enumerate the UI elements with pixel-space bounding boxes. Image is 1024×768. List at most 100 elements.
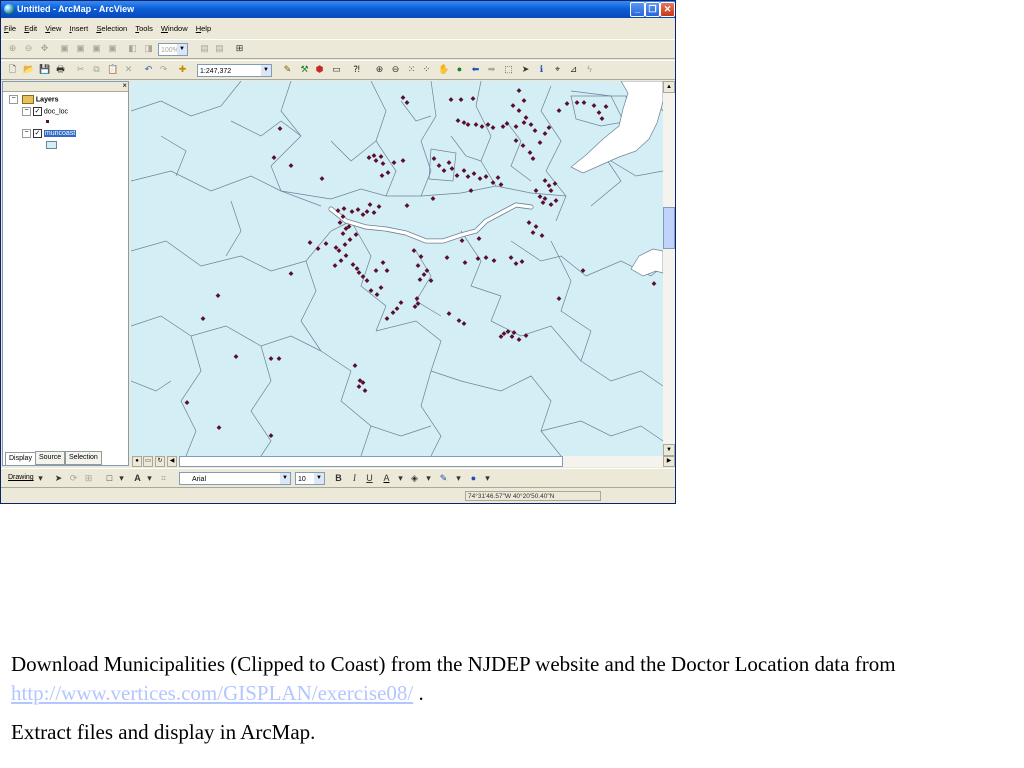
zoom-out-tool-icon[interactable]: ⊖ [390,64,401,75]
font-color-icon[interactable]: A [381,473,392,484]
fixed-zoom-in-icon[interactable]: ▣ [91,43,102,54]
select-features-icon[interactable]: ⬚ [503,64,514,75]
layout-zoom-combo[interactable]: 100% ▼ [158,43,188,56]
fixed-zoom-in-tool-icon[interactable]: ⁙ [406,64,417,75]
chevron-down-icon[interactable]: ▾ [144,473,155,484]
close-icon[interactable]: × [122,81,127,90]
change-layout-icon[interactable]: ⊞ [234,43,245,54]
scroll-up-icon[interactable]: ▲ [663,81,675,93]
chevron-down-icon[interactable]: ▾ [482,473,493,484]
menu-help[interactable]: Help [193,20,214,37]
exercise-link[interactable]: http://www.vertices.com/GISPLAN/exercise… [11,681,413,705]
refresh-icon[interactable]: ↻ [155,456,165,467]
map-horizontal-scrollbar[interactable] [179,456,663,467]
previous-extent-icon[interactable]: ◧ [127,43,138,54]
hyperlink-icon[interactable]: ϟ [584,64,595,75]
print-icon[interactable]: 🖶 [55,64,66,75]
next-extent-icon[interactable]: ◨ [143,43,154,54]
focus-data-frame-icon[interactable]: ▤ [214,43,225,54]
menu-window[interactable]: Window [158,20,191,37]
identify-icon[interactable]: ℹ [536,64,547,75]
new-document-icon[interactable]: 🗋 [7,64,18,75]
scroll-thumb[interactable] [663,207,675,249]
open-folder-icon[interactable]: 📂 [23,64,34,75]
tab-display[interactable]: Display [5,452,36,465]
map-scale-combo[interactable]: 1:247,372 ▼ [197,64,272,77]
restore-button[interactable]: ❐ [645,2,660,17]
find-binoculars-icon[interactable]: ⌖ [552,64,563,75]
menu-tools[interactable]: Tools [132,20,156,37]
layer-visibility-checkbox[interactable]: ✓ [32,107,42,116]
scroll-thumb[interactable] [179,456,563,467]
menu-file[interactable]: File [1,20,19,37]
title-bar[interactable]: Untitled - ArcMap - ArcView _ ❐ ✕ [1,1,675,18]
zoom-to-selected-icon[interactable]: ⊞ [83,473,94,484]
pan-hand-icon[interactable]: ✋ [438,64,449,75]
toc-root[interactable]: − Layers [9,95,58,105]
map-vertical-scrollbar[interactable]: ▲ ▼ [663,81,675,456]
zoom-100-icon[interactable]: ▣ [75,43,86,54]
full-extent-globe-icon[interactable]: ● [454,64,465,75]
rotate-icon[interactable]: ⟳ [68,473,79,484]
forward-extent-icon[interactable]: ➡ [486,64,497,75]
menu-insert[interactable]: Insert [66,20,91,37]
tab-selection[interactable]: Selection [65,451,102,465]
menu-edit[interactable]: Edit [21,20,40,37]
arccatalog-icon[interactable]: ⬢ [314,64,325,75]
zoom-whole-page-icon[interactable]: ▣ [59,43,70,54]
layer-visibility-checkbox[interactable]: ✓ [32,129,42,138]
tab-source[interactable]: Source [35,451,66,465]
fixed-zoom-out-icon[interactable]: ▣ [107,43,118,54]
delete-icon[interactable]: ✕ [123,64,134,75]
select-arrow-icon[interactable]: ➤ [53,473,64,484]
editor-toolbar-icon[interactable]: ✎ [282,64,293,75]
cut-icon[interactable]: ✂ [75,64,86,75]
save-disk-icon[interactable]: 💾 [39,64,50,75]
collapse-icon[interactable]: − [22,129,31,138]
menu-selection[interactable]: Selection [93,20,130,37]
toggle-draft-icon[interactable]: ▤ [199,43,210,54]
select-elements-arrow-icon[interactable]: ➤ [520,64,531,75]
copy-icon[interactable]: ⧉ [91,64,102,75]
toc-layer-muncoast[interactable]: − ✓ muncoast [22,129,77,139]
chevron-down-icon[interactable]: ▾ [35,473,46,484]
chevron-down-icon[interactable]: ▾ [453,473,464,484]
scroll-down-icon[interactable]: ▼ [663,444,675,456]
add-data-icon[interactable]: ✚ [177,64,188,75]
line-color-icon[interactable]: ✎ [438,473,449,484]
map-display[interactable] [131,81,663,456]
toc-layer-doc-loc[interactable]: − ✓ doc_loc [22,107,68,117]
minimize-button[interactable]: _ [630,2,645,17]
zoom-in-page-icon[interactable]: ⊕ [7,43,18,54]
chevron-down-icon[interactable]: ▾ [116,473,127,484]
chevron-down-icon[interactable]: ▾ [395,473,406,484]
font-size-combo[interactable]: 10 ▼ [295,472,325,485]
marker-color-icon[interactable]: ● [468,473,479,484]
drawing-menu[interactable]: Drawing [8,474,34,481]
zoom-out-page-icon[interactable]: ⊖ [23,43,34,54]
edit-vertices-icon[interactable]: ⌗ [158,473,169,484]
scroll-left-icon[interactable]: ◀ [167,456,177,467]
font-name-combo[interactable]: Arial ▼ [179,472,291,485]
back-extent-icon[interactable]: ⬅ [470,64,481,75]
collapse-icon[interactable]: − [22,107,31,116]
scroll-right-icon[interactable]: ▶ [663,456,675,467]
menu-view[interactable]: View [42,20,64,37]
paste-icon[interactable]: 📋 [107,64,118,75]
close-button[interactable]: ✕ [660,2,675,17]
command-line-icon[interactable]: ▭ [331,64,342,75]
fill-color-icon[interactable]: ◈ [409,473,420,484]
arctoolbox-icon[interactable]: ⚒ [299,64,310,75]
fixed-zoom-out-tool-icon[interactable]: ⁘ [421,64,432,75]
text-tool-icon[interactable]: A [132,473,143,484]
collapse-icon[interactable]: − [9,95,18,104]
whats-this-help-icon[interactable]: ⁈ [351,64,362,75]
data-view-icon[interactable]: ● [132,456,142,467]
rectangle-icon[interactable]: □ [104,473,115,484]
bold-icon[interactable]: B [333,473,344,484]
undo-icon[interactable]: ↶ [143,64,154,75]
pan-page-icon[interactable]: ✥ [39,43,50,54]
layout-view-icon[interactable]: ▭ [143,456,153,467]
italic-icon[interactable]: I [349,473,360,484]
measure-icon[interactable]: ⊿ [568,64,579,75]
